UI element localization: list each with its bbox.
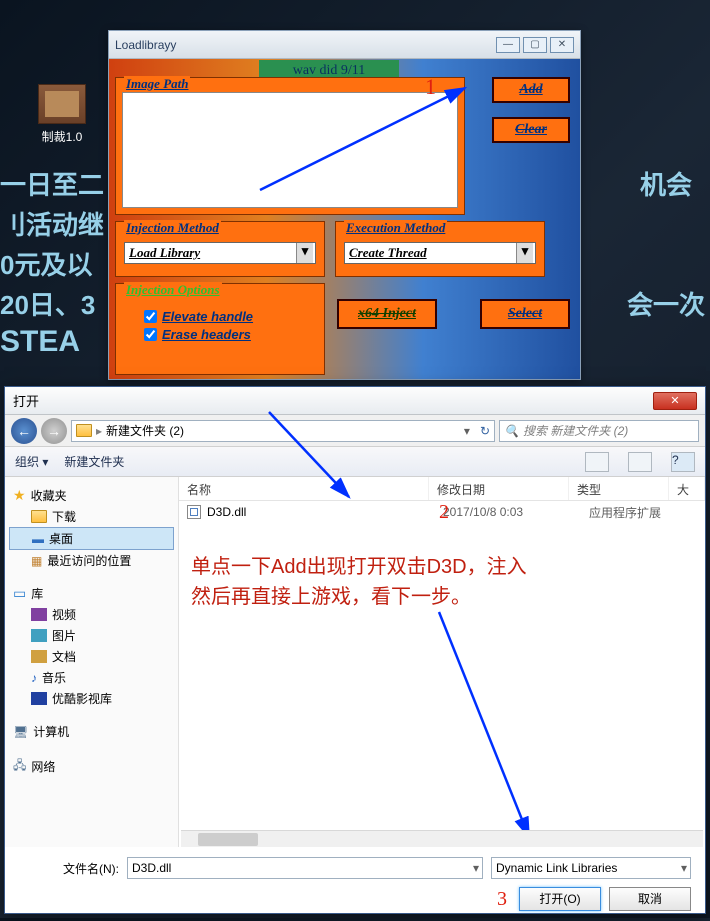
file-name: D3D.dll: [207, 505, 437, 519]
back-button[interactable]: ←: [11, 418, 37, 444]
filename-label: 文件名(N):: [19, 860, 119, 877]
annotation-3: 3: [497, 888, 507, 911]
instruction-text: 单点一下Add出现打开双击D3D，注入 然后再直接上游戏，看下一步。: [191, 552, 527, 612]
computer-icon: 🖥: [13, 725, 28, 739]
col-name: 名称: [179, 477, 429, 500]
desktop-shortcut[interactable]: 制裁1.0: [38, 84, 86, 145]
clear-button[interactable]: Clear: [492, 117, 570, 143]
injection-method-combo[interactable]: Load Library: [124, 242, 316, 264]
arrow-3: [429, 607, 549, 847]
video-icon: [31, 608, 47, 621]
sidebar-downloads[interactable]: 下载: [9, 506, 174, 527]
annotation-2: 2: [439, 501, 449, 524]
file-date: 2017/10/8 0:03: [443, 505, 583, 519]
select-button[interactable]: Select: [480, 299, 570, 329]
add-button[interactable]: Add: [492, 77, 570, 103]
bg-text: 机会: [640, 165, 692, 202]
dialog-close-button[interactable]: ✕: [653, 392, 697, 410]
window-title: Loadlibrayy: [115, 38, 493, 52]
new-folder-button[interactable]: 新建文件夹: [64, 453, 124, 470]
column-headers[interactable]: 名称 修改日期 类型 大: [179, 477, 705, 501]
sidebar-music[interactable]: ♪音乐: [9, 667, 174, 688]
folder-icon: [76, 424, 92, 437]
dialog-titlebar[interactable]: 打开 ✕: [5, 387, 705, 415]
recent-icon: ▦: [31, 554, 42, 568]
col-size: 大: [669, 477, 705, 500]
col-date: 修改日期: [429, 477, 569, 500]
sidebar-recent[interactable]: ▦最近访问的位置: [9, 550, 174, 571]
star-icon: ★: [13, 487, 26, 504]
search-icon: 🔍: [504, 424, 519, 438]
annotation-1: 1: [425, 74, 436, 100]
bg-text: 刂活动继: [0, 205, 104, 242]
bg-text: 20日、3: [0, 285, 95, 322]
folder-icon: [31, 510, 47, 523]
organize-menu[interactable]: 组织 ▾: [15, 453, 48, 470]
injection-method-label: Injection Method: [124, 220, 221, 236]
col-type: 类型: [569, 477, 669, 500]
address-bar[interactable]: ▸ 新建文件夹 (2) ▾ ↻: [71, 420, 495, 442]
minimize-button[interactable]: —: [496, 37, 520, 53]
file-type: 应用程序扩展: [589, 504, 661, 521]
titlebar[interactable]: Loadlibrayy — ▢ ✕: [109, 31, 580, 59]
elevate-handle-checkbox[interactable]: Elevate handle: [144, 309, 253, 324]
file-list-pane: 名称 修改日期 类型 大 D3D.dll 2017/10/8 0:03 应用程序…: [179, 477, 705, 847]
document-icon: [31, 650, 47, 663]
desktop-icon: ▬: [32, 532, 44, 546]
picture-icon: [31, 629, 47, 642]
file-type-filter[interactable]: Dynamic Link Libraries: [491, 857, 691, 879]
youku-icon: [31, 692, 47, 705]
image-path-list[interactable]: [122, 92, 458, 208]
sidebar-youku[interactable]: 优酷影视库: [9, 688, 174, 709]
bg-text: 0元及以: [0, 245, 92, 282]
sidebar-network[interactable]: 🖧网络: [9, 754, 174, 779]
sidebar-libraries[interactable]: ▭库: [9, 583, 174, 604]
close-button[interactable]: ✕: [550, 37, 574, 53]
sidebar-computer[interactable]: 🖥计算机: [9, 721, 174, 742]
nav-row: ← → ▸ 新建文件夹 (2) ▾ ↻ 🔍 搜索 新建文件夹 (2): [5, 415, 705, 447]
refresh-icon[interactable]: ↻: [480, 424, 490, 438]
cancel-button[interactable]: 取消: [609, 887, 691, 911]
injection-options-label: Injection Options: [124, 282, 222, 298]
sidebar-desktop[interactable]: ▬桌面: [9, 527, 174, 550]
dialog-title: 打开: [13, 391, 653, 410]
forward-button[interactable]: →: [41, 418, 67, 444]
library-icon: ▭: [13, 585, 26, 602]
sidebar-documents[interactable]: 文档: [9, 646, 174, 667]
bg-text: 会一次: [627, 285, 705, 322]
sidebar: ★收藏夹 下载 ▬桌面 ▦最近访问的位置 ▭库 视频 图片 文档 ♪音乐 优酷影…: [5, 477, 179, 847]
help-button[interactable]: ?: [671, 452, 695, 472]
search-input[interactable]: 🔍 搜索 新建文件夹 (2): [499, 420, 699, 442]
injector-window: Loadlibrayy — ▢ ✕ wav did 9/11 Image Pat…: [108, 30, 581, 380]
dll-icon: [187, 505, 201, 519]
preview-pane-button[interactable]: [628, 452, 652, 472]
bg-text: STEA: [0, 325, 80, 359]
filename-input[interactable]: D3D.dll: [127, 857, 483, 879]
music-icon: ♪: [31, 671, 37, 685]
toolbar: 组织 ▾ 新建文件夹 ?: [5, 447, 705, 477]
image-path-label: Image Path: [124, 76, 190, 92]
x64-inject-button[interactable]: x64 Inject: [337, 299, 437, 329]
erase-headers-checkbox[interactable]: Erase headers: [144, 327, 253, 342]
open-button[interactable]: 打开(O): [519, 887, 601, 911]
sidebar-pictures[interactable]: 图片: [9, 625, 174, 646]
sidebar-favorites[interactable]: ★收藏夹: [9, 485, 174, 506]
execution-method-label: Execution Method: [344, 220, 447, 236]
file-open-dialog: 打开 ✕ ← → ▸ 新建文件夹 (2) ▾ ↻ 🔍 搜索 新建文件夹 (2) …: [4, 386, 706, 914]
breadcrumb[interactable]: 新建文件夹 (2): [106, 422, 184, 439]
archive-icon: [38, 84, 86, 124]
bg-text: 一日至二: [0, 165, 104, 202]
network-icon: 🖧: [13, 756, 26, 777]
execution-method-combo[interactable]: Create Thread: [344, 242, 536, 264]
maximize-button[interactable]: ▢: [523, 37, 547, 53]
view-mode-button[interactable]: [585, 452, 609, 472]
sidebar-videos[interactable]: 视频: [9, 604, 174, 625]
shortcut-label: 制裁1.0: [38, 128, 86, 145]
horizontal-scrollbar[interactable]: [181, 830, 703, 847]
